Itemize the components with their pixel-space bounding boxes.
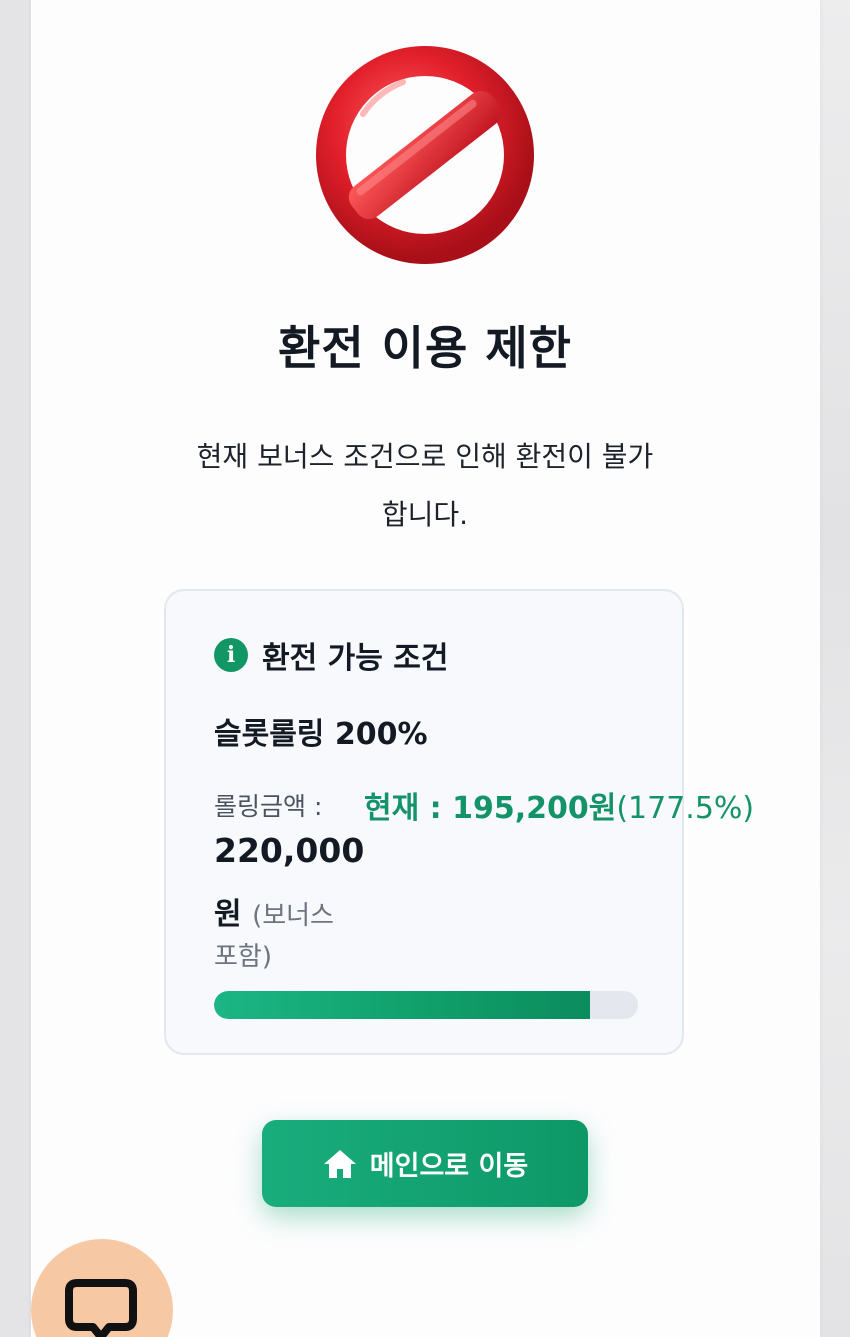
current-rolling-amount: 현재 : 195,200원 <box>364 791 617 826</box>
current-rolling-percent: (177.5%) <box>616 791 755 826</box>
home-icon <box>323 1149 356 1178</box>
prohibited-icon <box>316 46 534 264</box>
rolling-amount-label: 롤링금액 : <box>214 792 323 821</box>
rolling-amount-value: 220,000 <box>214 831 365 870</box>
info-icon: i <box>214 638 248 672</box>
rolling-progress-fill <box>214 991 591 1019</box>
dialog-message-line-1: 현재 보너스 조건으로 인해 환전이 불가 <box>196 440 654 473</box>
chat-bubble-icon <box>65 1279 137 1337</box>
bonus-note-continued: 포함) <box>214 942 272 972</box>
page-backdrop-right <box>820 0 850 1337</box>
rolling-progress-bar <box>214 991 638 1019</box>
page-backdrop-left <box>0 0 30 1337</box>
exchange-conditions-card: i 환전 가능 조건 슬롯롤링 200% 롤링금액 : 현재 : 195,200… <box>164 589 754 1055</box>
condition-name: 슬롯롤링 200% <box>214 717 428 752</box>
conditions-header: i 환전 가능 조건 <box>214 633 449 677</box>
dialog-title: 환전 이용 제한 <box>278 321 572 375</box>
go-to-main-label: 메인으로 이동 <box>369 1151 529 1182</box>
conditions-title: 환전 가능 조건 <box>262 641 449 676</box>
dialog-message: 현재 보너스 조건으로 인해 환전이 불가 합니다. <box>170 428 680 544</box>
rolling-amount-unit-line: 원 (보너스 <box>214 889 334 933</box>
won-unit: 원 <box>214 897 242 932</box>
current-rolling-status: 현재 : 195,200원(177.5%) <box>364 783 754 827</box>
dialog-message-line-2: 합니다. <box>381 498 469 531</box>
bonus-note: (보너스 <box>252 901 334 931</box>
go-to-main-button[interactable]: 메인으로 이동 <box>262 1120 588 1207</box>
